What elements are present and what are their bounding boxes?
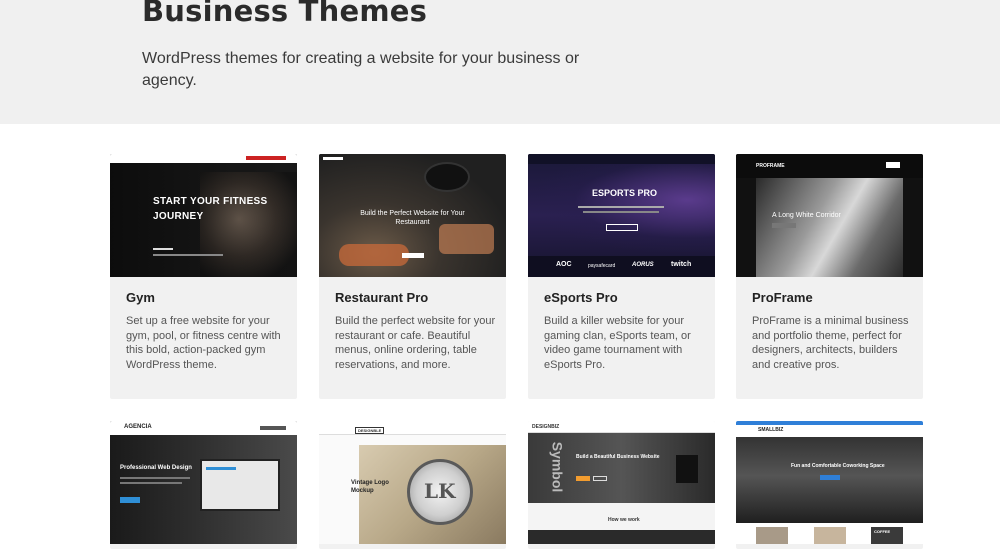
preview-side: Symbol: [549, 441, 566, 493]
theme-preview-agencia[interactable]: AGENCIA Professional Web Design: [110, 421, 297, 544]
theme-title[interactable]: Gym: [126, 290, 155, 305]
preview-brand: DESIGNBIZ: [532, 424, 560, 430]
preview-brand: AGENCIA: [124, 424, 152, 430]
preview-sub: How we work: [608, 517, 640, 523]
theme-card-proframe[interactable]: PROFRAME A Long White Corridor ProFrame …: [736, 154, 923, 399]
preview-brand: DESIGNBLE: [355, 427, 385, 434]
theme-card-esports-pro[interactable]: ESPORTS PRO AOC paysafecard AORUS twitch…: [528, 154, 715, 399]
preview-heading: START YOUR FITNESS JOURNEY: [153, 196, 268, 222]
theme-preview-proframe[interactable]: PROFRAME A Long White Corridor: [736, 154, 923, 277]
theme-preview-esports-pro[interactable]: ESPORTS PRO AOC paysafecard AORUS twitch: [528, 154, 715, 277]
theme-card-designble[interactable]: DESIGNBLE LK Vintage Logo Mockup: [319, 421, 506, 549]
theme-description: Build a killer website for your gaming c…: [544, 315, 691, 371]
preview-heading: ESPORTS PRO: [592, 188, 658, 198]
preview-logo-aoc: AOC: [556, 261, 572, 268]
preview-brand: PROFRAME: [756, 163, 785, 169]
theme-preview-gym[interactable]: START YOUR FITNESS JOURNEY: [110, 154, 297, 277]
preview-heading: Professional Web Design: [120, 465, 192, 471]
theme-card-restaurant-pro[interactable]: Build the Perfect Website for Your Resta…: [319, 154, 506, 399]
theme-preview-smallbiz[interactable]: SMALLBIZ Fun and Comfortable Coworking S…: [736, 421, 923, 544]
preview-logo-twitch: twitch: [671, 261, 692, 268]
preview-badge: LK: [424, 479, 456, 503]
theme-title[interactable]: Restaurant Pro: [335, 290, 428, 305]
preview-heading: Build a Beautiful Business Website: [576, 454, 660, 460]
preview-logo-paysafecard: paysafecard: [588, 263, 616, 269]
page-title: Business Themes: [142, 0, 428, 28]
preview-sign: COFFEE: [874, 529, 891, 534]
hero-section: Business Themes WordPress themes for cre…: [0, 0, 1000, 124]
preview-logo-aorus: AORUS: [632, 262, 654, 268]
theme-title[interactable]: ProFrame: [752, 290, 813, 305]
theme-preview-restaurant-pro[interactable]: Build the Perfect Website for Your Resta…: [319, 154, 506, 277]
theme-description: Build the perfect website for your resta…: [335, 315, 496, 371]
preview-heading: A Long White Corridor: [772, 212, 841, 219]
preview-heading: Vintage Logo Mockup: [351, 480, 389, 494]
theme-card-gym[interactable]: START YOUR FITNESS JOURNEY Gym Set up a …: [110, 154, 297, 399]
preview-heading: Build the Perfect Website for Your Resta…: [360, 210, 465, 226]
theme-description: ProFrame is a minimal business and portf…: [752, 315, 909, 371]
theme-title[interactable]: eSports Pro: [544, 290, 618, 305]
theme-card-designbiz[interactable]: DESIGNBIZ Symbol Build a Beautiful Busin…: [528, 421, 715, 549]
preview-heading: Fun and Comfortable Coworking Space: [791, 463, 885, 469]
theme-preview-designbiz[interactable]: DESIGNBIZ Symbol Build a Beautiful Busin…: [528, 421, 715, 544]
theme-card-smallbiz[interactable]: SMALLBIZ Fun and Comfortable Coworking S…: [736, 421, 923, 549]
page-description: WordPress themes for creating a website …: [142, 50, 580, 89]
preview-brand: SMALLBIZ: [758, 427, 784, 433]
theme-preview-designble[interactable]: DESIGNBLE LK Vintage Logo Mockup: [319, 421, 506, 544]
theme-card-agencia[interactable]: AGENCIA Professional Web Design: [110, 421, 297, 549]
theme-description: Set up a free website for your gym, pool…: [126, 315, 281, 371]
